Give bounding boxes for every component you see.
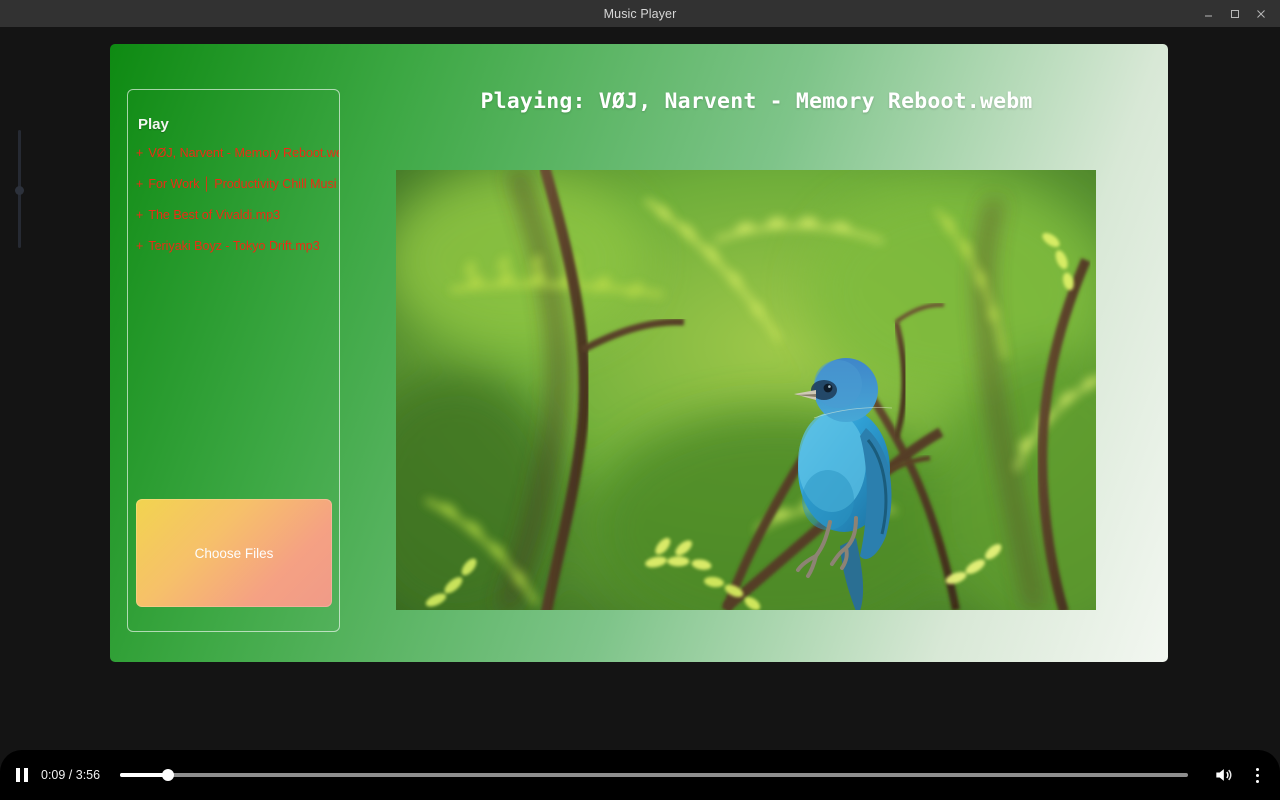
app-root: Music Player Play + VØJ, Narvent - Memor… [0,0,1280,800]
more-vertical-icon [1255,767,1259,783]
window-title: Music Player [603,6,677,21]
pause-icon [16,768,28,782]
playlist-sidebar: Play + VØJ, Narvent - Memory Reboot.we +… [127,89,340,632]
bullet-icon: + [136,208,144,222]
choose-files-button[interactable]: Choose Files [136,499,332,607]
page-side-scrollbar[interactable] [15,130,24,248]
playlist-heading: Play [138,116,169,133]
music-player-page: Play + VØJ, Narvent - Memory Reboot.we +… [110,44,1168,662]
video-player[interactable] [396,170,1096,610]
list-item[interactable]: + Teriyaki Boyz - Tokyo Drift.mp3 [136,239,339,253]
volume-icon [1216,769,1232,781]
window-controls [1196,0,1274,27]
progress-track [120,773,1188,777]
browser-viewport: Play + VØJ, Narvent - Memory Reboot.we +… [0,27,1280,750]
volume-button[interactable] [1206,750,1240,800]
minimize-button[interactable] [1196,0,1222,27]
time-display: 0:09 / 3:56 [41,768,101,782]
bullet-icon: + [136,239,144,253]
minimize-icon [1205,15,1212,16]
maximize-button[interactable] [1222,0,1248,27]
list-item[interactable]: + The Best of Vivaldi.mp3 [136,208,339,222]
list-item[interactable]: + VØJ, Narvent - Memory Reboot.we [136,146,340,160]
track-label: Teriyaki Boyz - Tokyo Drift.mp3 [148,239,320,253]
progress-fill [120,773,169,777]
media-control-bar: 0:09 / 3:56 [0,750,1280,800]
more-options-button[interactable] [1240,750,1274,800]
close-icon [1257,9,1265,18]
video-frame [396,170,1096,610]
track-label: For Work │ Productivity Chill Musi [148,177,337,191]
maximize-icon [1231,9,1239,18]
progress-slider[interactable] [120,769,1188,781]
pause-button[interactable] [5,750,39,800]
close-button[interactable] [1248,0,1274,27]
progress-handle[interactable] [162,769,175,781]
playlist-list: + VØJ, Narvent - Memory Reboot.we + For … [136,146,340,271]
scrollbar-knob[interactable] [15,186,24,195]
bullet-icon: + [136,177,144,191]
page-title: Playing: VØJ, Narvent - Memory Reboot.we… [480,89,1033,114]
track-label: The Best of Vivaldi.mp3 [148,208,281,222]
bullet-icon: + [136,146,144,160]
track-label: VØJ, Narvent - Memory Reboot.we [148,146,340,160]
list-item[interactable]: + For Work │ Productivity Chill Musi [136,177,339,191]
window-titlebar: Music Player [0,0,1280,27]
